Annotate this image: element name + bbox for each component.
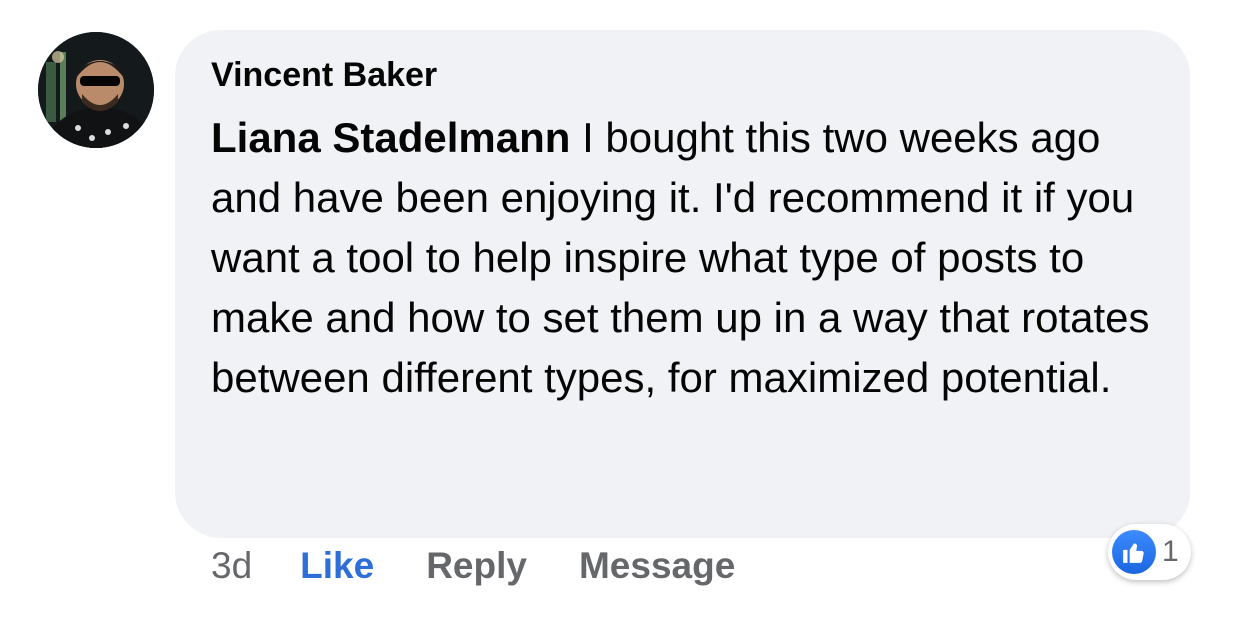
comment-timestamp[interactable]: 3d — [211, 545, 252, 587]
reaction-count: 1 — [1162, 535, 1179, 568]
thumbs-up-icon — [1112, 530, 1156, 574]
comment-actions: 3d Like Reply Message — [211, 545, 735, 587]
like-button[interactable]: Like — [300, 545, 374, 587]
message-button[interactable]: Message — [579, 545, 735, 587]
reply-button[interactable]: Reply — [426, 545, 527, 587]
comment-text: Liana Stadelmann I bought this two weeks… — [211, 108, 1166, 408]
comment-author[interactable]: Vincent Baker — [211, 56, 437, 95]
mention-link[interactable]: Liana Stadelmann — [211, 114, 570, 161]
reaction-summary[interactable]: 1 — [1108, 524, 1191, 580]
avatar[interactable] — [38, 32, 154, 148]
